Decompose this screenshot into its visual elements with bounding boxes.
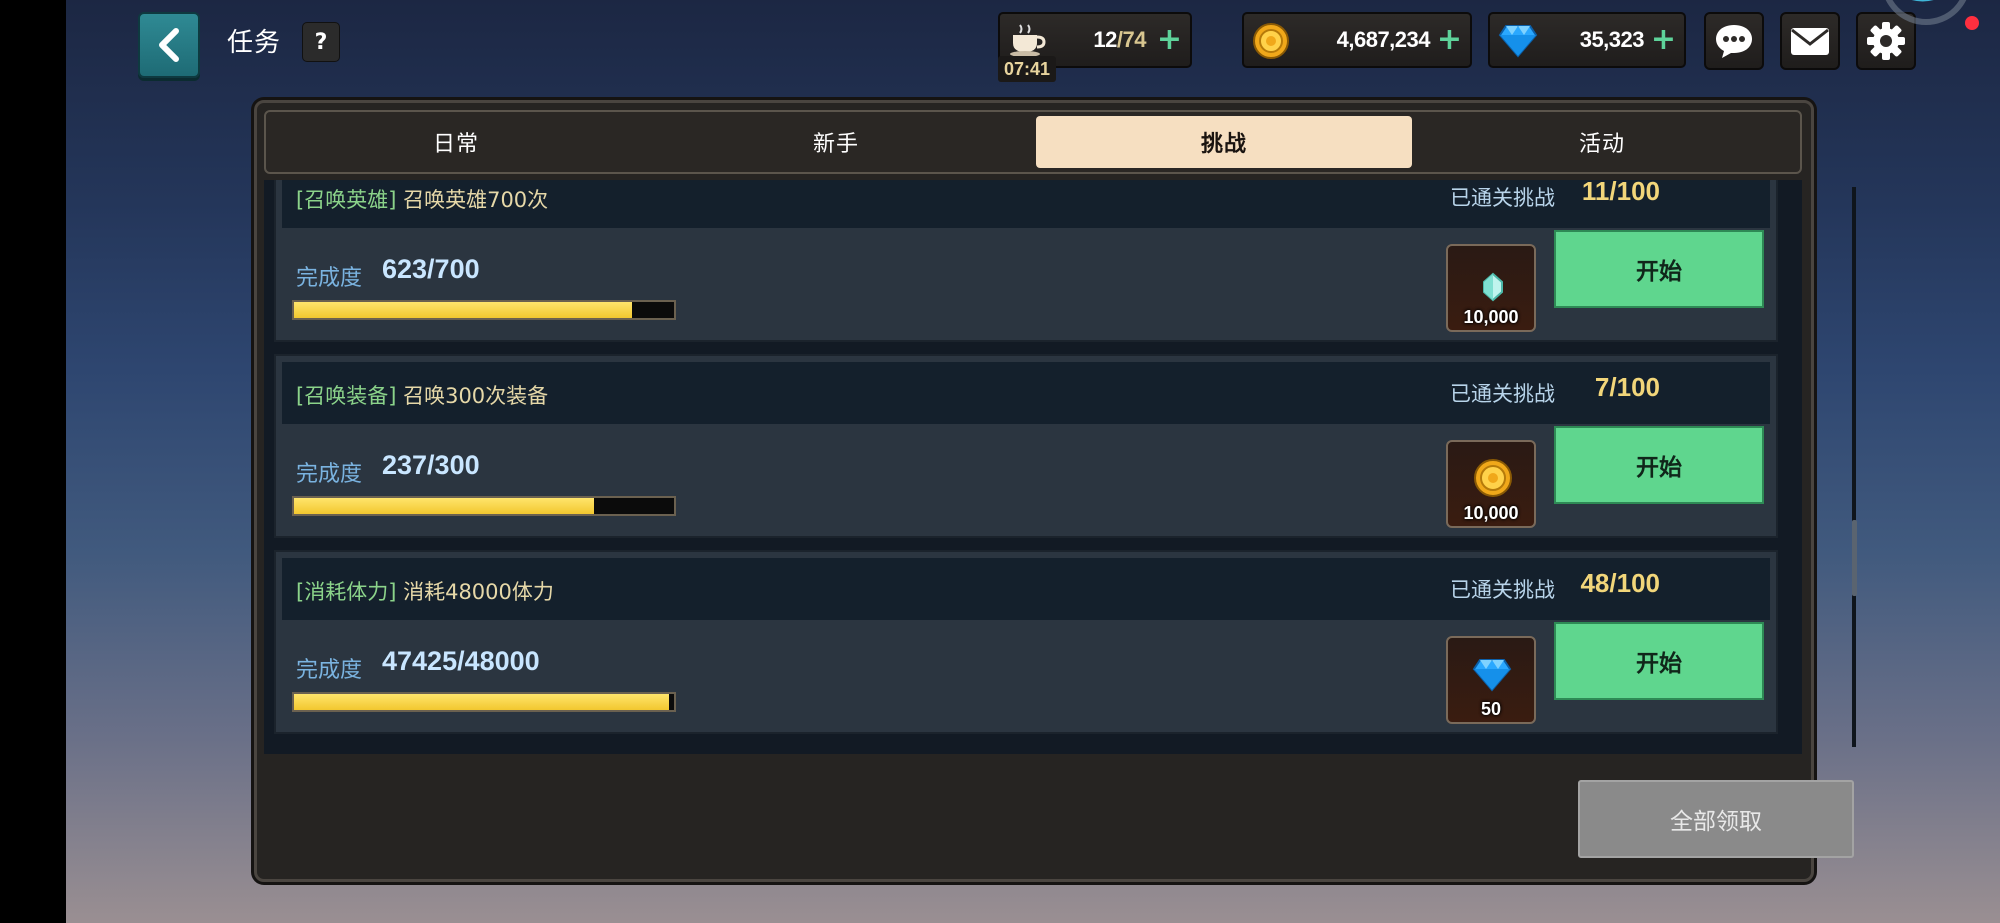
tab-event[interactable]: 活动 bbox=[1414, 116, 1790, 168]
diamond-icon bbox=[1472, 656, 1512, 696]
progress-value: 47425/48000 bbox=[382, 646, 540, 676]
quest-card: [消耗体力] 消耗48000体力 已通关挑战 48/100 完成度 47425/… bbox=[274, 550, 1778, 734]
diamond-icon bbox=[1498, 22, 1538, 62]
quest-header: [召唤英雄] 召唤英雄700次 已通关挑战 11/100 bbox=[282, 180, 1770, 228]
notification-ring-icon bbox=[1885, 0, 1979, 30]
stamina-current: 12 bbox=[1093, 27, 1117, 52]
progress-value: 623/700 bbox=[382, 254, 480, 284]
quest-name: 消耗48000体力 bbox=[403, 580, 554, 604]
reward-amount: 10,000 bbox=[1463, 503, 1519, 523]
reward-slot[interactable]: 10,000 bbox=[1446, 440, 1536, 528]
stamina-timer: 07:41 bbox=[998, 56, 1057, 82]
add-gold-button[interactable]: + bbox=[1437, 22, 1462, 58]
quest-header: [消耗体力] 消耗48000体力 已通关挑战 48/100 bbox=[282, 558, 1770, 620]
crystal-icon bbox=[1478, 272, 1508, 306]
progress-fill bbox=[294, 694, 670, 710]
quest-tabs: 日常 新手 挑战 活动 bbox=[264, 110, 1802, 174]
tab-challenge[interactable]: 挑战 bbox=[1036, 116, 1412, 168]
mail-button[interactable] bbox=[1780, 12, 1840, 70]
cleared-value: 7/100 bbox=[1594, 372, 1660, 402]
add-stamina-button[interactable]: + bbox=[1157, 22, 1182, 58]
claim-all-button[interactable]: 全部领取 bbox=[1578, 780, 1854, 858]
start-button[interactable]: 开始 bbox=[1554, 426, 1764, 504]
quest-category: [消耗体力] bbox=[296, 580, 397, 604]
progress-bar bbox=[292, 692, 676, 712]
progress-bar bbox=[292, 496, 676, 516]
quest-card: [召唤英雄] 召唤英雄700次 已通关挑战 11/100 完成度 623/700… bbox=[274, 180, 1778, 342]
mail-icon bbox=[1791, 28, 1829, 55]
gem-value: 35,323 bbox=[1579, 27, 1645, 52]
stamina-max: /74 bbox=[1116, 27, 1147, 52]
gold-coin-icon bbox=[1473, 458, 1513, 502]
chat-icon bbox=[1716, 25, 1752, 58]
add-gems-button[interactable]: + bbox=[1651, 22, 1676, 58]
reward-slot[interactable]: 50 bbox=[1446, 636, 1536, 724]
quest-name: 召唤英雄700次 bbox=[403, 188, 549, 212]
chat-button[interactable] bbox=[1704, 12, 1764, 70]
page-title: 任务 bbox=[227, 28, 282, 58]
quest-category: [召唤英雄] bbox=[296, 188, 397, 212]
gold-coin-icon bbox=[1252, 22, 1290, 64]
start-button[interactable]: 开始 bbox=[1554, 622, 1764, 700]
progress-fill bbox=[294, 498, 595, 514]
scrollbar-track[interactable] bbox=[1852, 187, 1856, 747]
quest-name: 召唤300次装备 bbox=[403, 384, 549, 408]
progress-value: 237/300 bbox=[382, 450, 480, 480]
progress-label: 完成度 bbox=[296, 266, 363, 291]
tab-novice[interactable]: 新手 bbox=[648, 116, 1024, 168]
reward-amount: 10,000 bbox=[1463, 307, 1519, 327]
game-screen: 任务 ? 12/74 + 07:41 4,687,234 + 35,323 + … bbox=[66, 0, 2000, 923]
quest-header: [召唤装备] 召唤300次装备 已通关挑战 7/100 bbox=[282, 362, 1770, 424]
back-button[interactable] bbox=[138, 12, 200, 78]
quest-category: [召唤装备] bbox=[296, 384, 397, 408]
progress-fill bbox=[294, 302, 633, 318]
cleared-value: 48/100 bbox=[1580, 568, 1660, 598]
start-button[interactable]: 开始 bbox=[1554, 230, 1764, 308]
help-button[interactable]: ? bbox=[302, 22, 340, 62]
cleared-value: 11/100 bbox=[1581, 180, 1660, 206]
chevron-left-icon bbox=[159, 28, 179, 62]
progress-label: 完成度 bbox=[296, 462, 363, 487]
reward-slot[interactable]: 10,000 bbox=[1446, 244, 1536, 332]
progress-label: 完成度 bbox=[296, 658, 363, 683]
gem-counter: 35,323 + bbox=[1488, 12, 1686, 68]
gold-counter: 4,687,234 + bbox=[1242, 12, 1472, 68]
scrollbar-thumb[interactable] bbox=[1852, 520, 1857, 596]
progress-bar bbox=[292, 300, 676, 320]
quest-card: [召唤装备] 召唤300次装备 已通关挑战 7/100 完成度 237/300 … bbox=[274, 354, 1778, 538]
tab-daily[interactable]: 日常 bbox=[268, 116, 644, 168]
gold-value: 4,687,234 bbox=[1336, 27, 1431, 52]
reward-amount: 50 bbox=[1480, 699, 1502, 719]
quest-list[interactable]: [召唤英雄] 召唤英雄700次 已通关挑战 11/100 完成度 623/700… bbox=[264, 180, 1802, 754]
